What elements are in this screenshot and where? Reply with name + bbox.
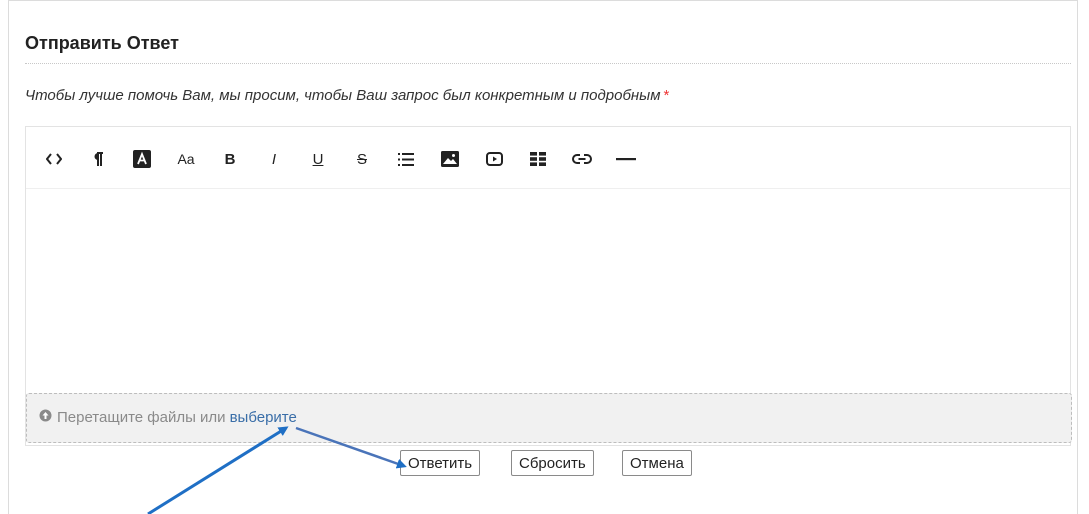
code-view-button[interactable] (40, 145, 68, 173)
font-size-icon: Aa (177, 151, 195, 167)
instruction-text: Чтобы лучше помочь Вам, мы просим, чтобы… (25, 87, 661, 104)
underline-button[interactable]: U (304, 145, 332, 173)
submit-reply-button[interactable]: Ответить (400, 450, 481, 476)
list-icon (398, 152, 414, 166)
insert-video-button[interactable] (480, 145, 508, 173)
table-icon (530, 152, 546, 166)
title-divider (25, 63, 1071, 64)
strikethrough-button[interactable]: S (348, 145, 376, 173)
image-icon (441, 151, 459, 167)
insert-table-button[interactable] (524, 145, 552, 173)
insert-link-button[interactable] (568, 145, 596, 173)
dropzone-text: Перетащите файлы или (57, 409, 226, 426)
link-icon (572, 154, 592, 164)
dropzone-content: Перетащите файлы или выберите (39, 409, 297, 426)
paragraph-format-button[interactable] (84, 145, 112, 173)
underline-icon: U (312, 150, 324, 168)
strikethrough-icon: S (356, 150, 367, 168)
choose-files-link[interactable]: выберите (230, 409, 297, 426)
file-dropzone[interactable]: Перетащите файлы или выберите (26, 393, 1072, 443)
required-mark: * (663, 87, 670, 104)
text-color-icon (133, 150, 151, 168)
video-icon (485, 152, 503, 166)
editor-content-area[interactable] (26, 189, 1070, 394)
bold-button[interactable]: B (216, 145, 244, 173)
reset-button[interactable]: Сбросить (511, 450, 594, 476)
italic-icon: I (271, 150, 277, 168)
form-instruction: Чтобы лучше помочь Вам, мы просим, чтобы… (25, 87, 669, 104)
bold-icon: B (224, 150, 236, 168)
paragraph-icon (94, 151, 103, 166)
editor-toolbar: Aa B I U S (26, 127, 1070, 189)
font-size-button[interactable]: Aa (172, 145, 200, 173)
italic-button[interactable]: I (260, 145, 288, 173)
upload-icon (39, 409, 52, 426)
form-title: Отправить Ответ (25, 33, 179, 53)
insert-image-button[interactable] (436, 145, 464, 173)
rich-text-editor: Aa B I U S Перетащите файлы или выберите (25, 126, 1072, 446)
list-button[interactable] (392, 145, 420, 173)
text-color-button[interactable] (128, 145, 156, 173)
cancel-button[interactable]: Отмена (622, 450, 692, 476)
reply-form-panel: Отправить Ответ Чтобы лучше помочь Вам, … (8, 0, 1078, 514)
code-icon (46, 153, 62, 165)
horizontal-line-button[interactable] (612, 145, 640, 173)
horizontal-line-icon (616, 158, 636, 161)
